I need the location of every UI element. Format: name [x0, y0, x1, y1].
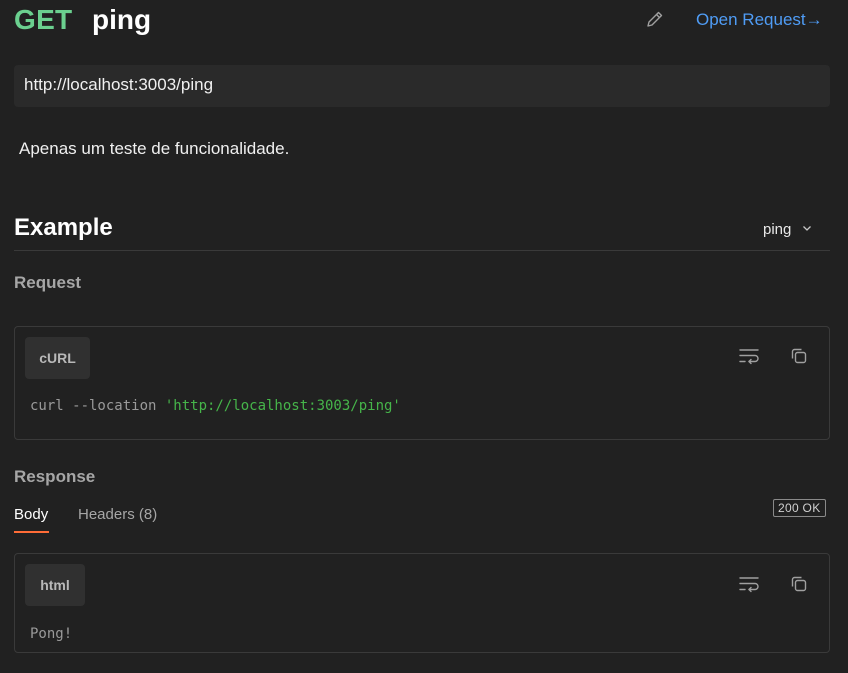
response-code-box: html Pong!	[14, 553, 830, 653]
section-divider	[14, 250, 830, 251]
language-selector[interactable]: cURL	[25, 337, 90, 379]
request-code: curl --location 'http://localhost:3003/p…	[30, 398, 401, 414]
response-section-label: Response	[14, 467, 96, 486]
open-request-link[interactable]: Open Request→	[696, 10, 823, 30]
response-language-label[interactable]: html	[25, 564, 85, 606]
active-tab-indicator	[14, 531, 49, 533]
response-body: Pong!	[30, 626, 73, 642]
code-command: curl --location	[30, 398, 165, 414]
request-code-box: cURL curl --location 'http://localhost:3…	[14, 326, 830, 440]
pencil-icon[interactable]	[645, 9, 665, 29]
request-description: Apenas um teste de funcionalidade.	[19, 139, 290, 158]
code-url-string: 'http://localhost:3003/ping'	[164, 398, 401, 414]
example-title: Example	[14, 214, 113, 241]
url-display: http://localhost:3003/ping	[14, 65, 830, 107]
chevron-down-icon	[801, 221, 813, 238]
request-name: ping	[92, 4, 152, 35]
request-method: GET	[14, 4, 73, 35]
request-section-label: Request	[14, 273, 82, 292]
example-selector[interactable]: ping	[763, 221, 813, 238]
status-badge: 200 OK	[773, 499, 826, 517]
copy-icon[interactable]	[787, 572, 811, 596]
example-selected-label: ping	[763, 221, 792, 238]
tab-headers[interactable]: Headers (8)	[78, 506, 157, 523]
wrap-lines-icon[interactable]	[737, 344, 761, 368]
wrap-lines-icon[interactable]	[737, 572, 761, 596]
copy-icon[interactable]	[787, 344, 811, 368]
tab-body[interactable]: Body	[14, 506, 48, 523]
